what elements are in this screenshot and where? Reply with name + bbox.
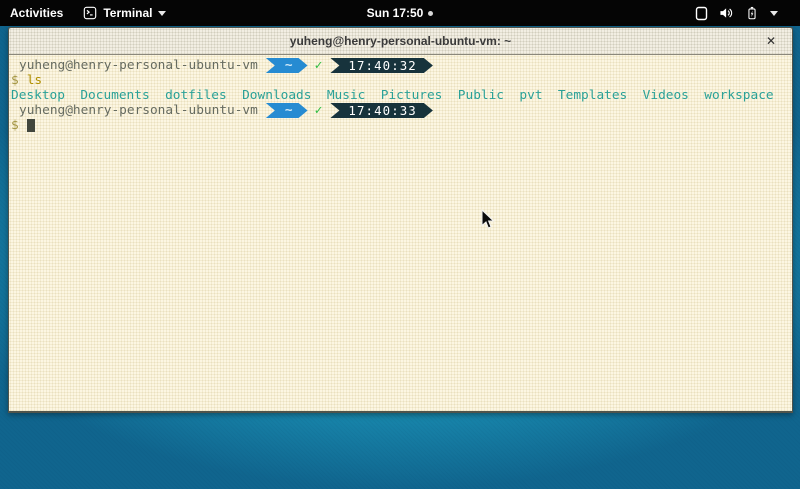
prompt-user: yuheng@henry-personal-ubuntu-vm <box>11 58 258 73</box>
cwd-badge: ~ <box>266 58 308 73</box>
window-titlebar[interactable]: yuheng@henry-personal-ubuntu-vm: ~ ✕ <box>9 28 792 55</box>
app-menu-label: Terminal <box>103 6 152 20</box>
directory-name: Public <box>458 88 504 103</box>
activities-button[interactable]: Activities <box>0 0 75 26</box>
clock-label[interactable]: Sun 17:50 <box>367 6 424 20</box>
window-title: yuheng@henry-personal-ubuntu-vm: ~ <box>290 34 511 48</box>
directory-name: workspace <box>704 88 773 103</box>
chevron-down-icon <box>158 11 166 16</box>
directory-name: Desktop <box>11 88 65 103</box>
command-text: ls <box>27 73 42 88</box>
text-cursor <box>27 119 35 132</box>
system-status-area[interactable] <box>695 0 778 26</box>
directory-name: Music <box>327 88 366 103</box>
directory-name: Downloads <box>242 88 311 103</box>
prompt-user: yuheng@henry-personal-ubuntu-vm <box>11 103 258 118</box>
command-line: $ ls <box>11 73 790 88</box>
terminal-content[interactable]: yuheng@henry-personal-ubuntu-vm ~ ✓ 17:4… <box>9 55 792 411</box>
check-icon: ✓ <box>315 103 323 118</box>
volume-icon <box>719 6 734 20</box>
display-icon <box>695 6 708 21</box>
directory-name: Pictures <box>381 88 443 103</box>
prompt-line: yuheng@henry-personal-ubuntu-vm ~ ✓ 17:4… <box>11 58 790 73</box>
prompt-line: yuheng@henry-personal-ubuntu-vm ~ ✓ 17:4… <box>11 103 790 118</box>
prompt-symbol: $ <box>11 73 19 88</box>
app-menu-terminal[interactable]: Terminal <box>75 0 174 26</box>
check-icon: ✓ <box>315 58 323 73</box>
directory-name: Videos <box>643 88 689 103</box>
mouse-cursor-icon <box>481 209 497 236</box>
directory-name: Documents <box>80 88 149 103</box>
time-badge: 17:40:33 <box>330 103 432 118</box>
cwd-badge: ~ <box>266 103 308 118</box>
top-bar: Activities Terminal Sun 17:50 <box>0 0 800 26</box>
chevron-down-icon <box>770 11 778 16</box>
close-button[interactable]: ✕ <box>760 28 782 54</box>
terminal-window: yuheng@henry-personal-ubuntu-vm: ~ ✕ yuh… <box>8 27 793 413</box>
battery-charging-icon <box>745 6 759 21</box>
directory-name: Templates <box>558 88 627 103</box>
ls-output-line: Desktop Documents dotfiles Downloads Mus… <box>11 88 790 103</box>
input-line: $ <box>11 118 790 133</box>
directory-name: dotfiles <box>165 88 227 103</box>
notification-dot <box>428 11 433 16</box>
time-badge: 17:40:32 <box>330 58 432 73</box>
prompt-symbol: $ <box>11 118 19 133</box>
terminal-app-icon <box>83 6 97 20</box>
directory-name: pvt <box>519 88 542 103</box>
